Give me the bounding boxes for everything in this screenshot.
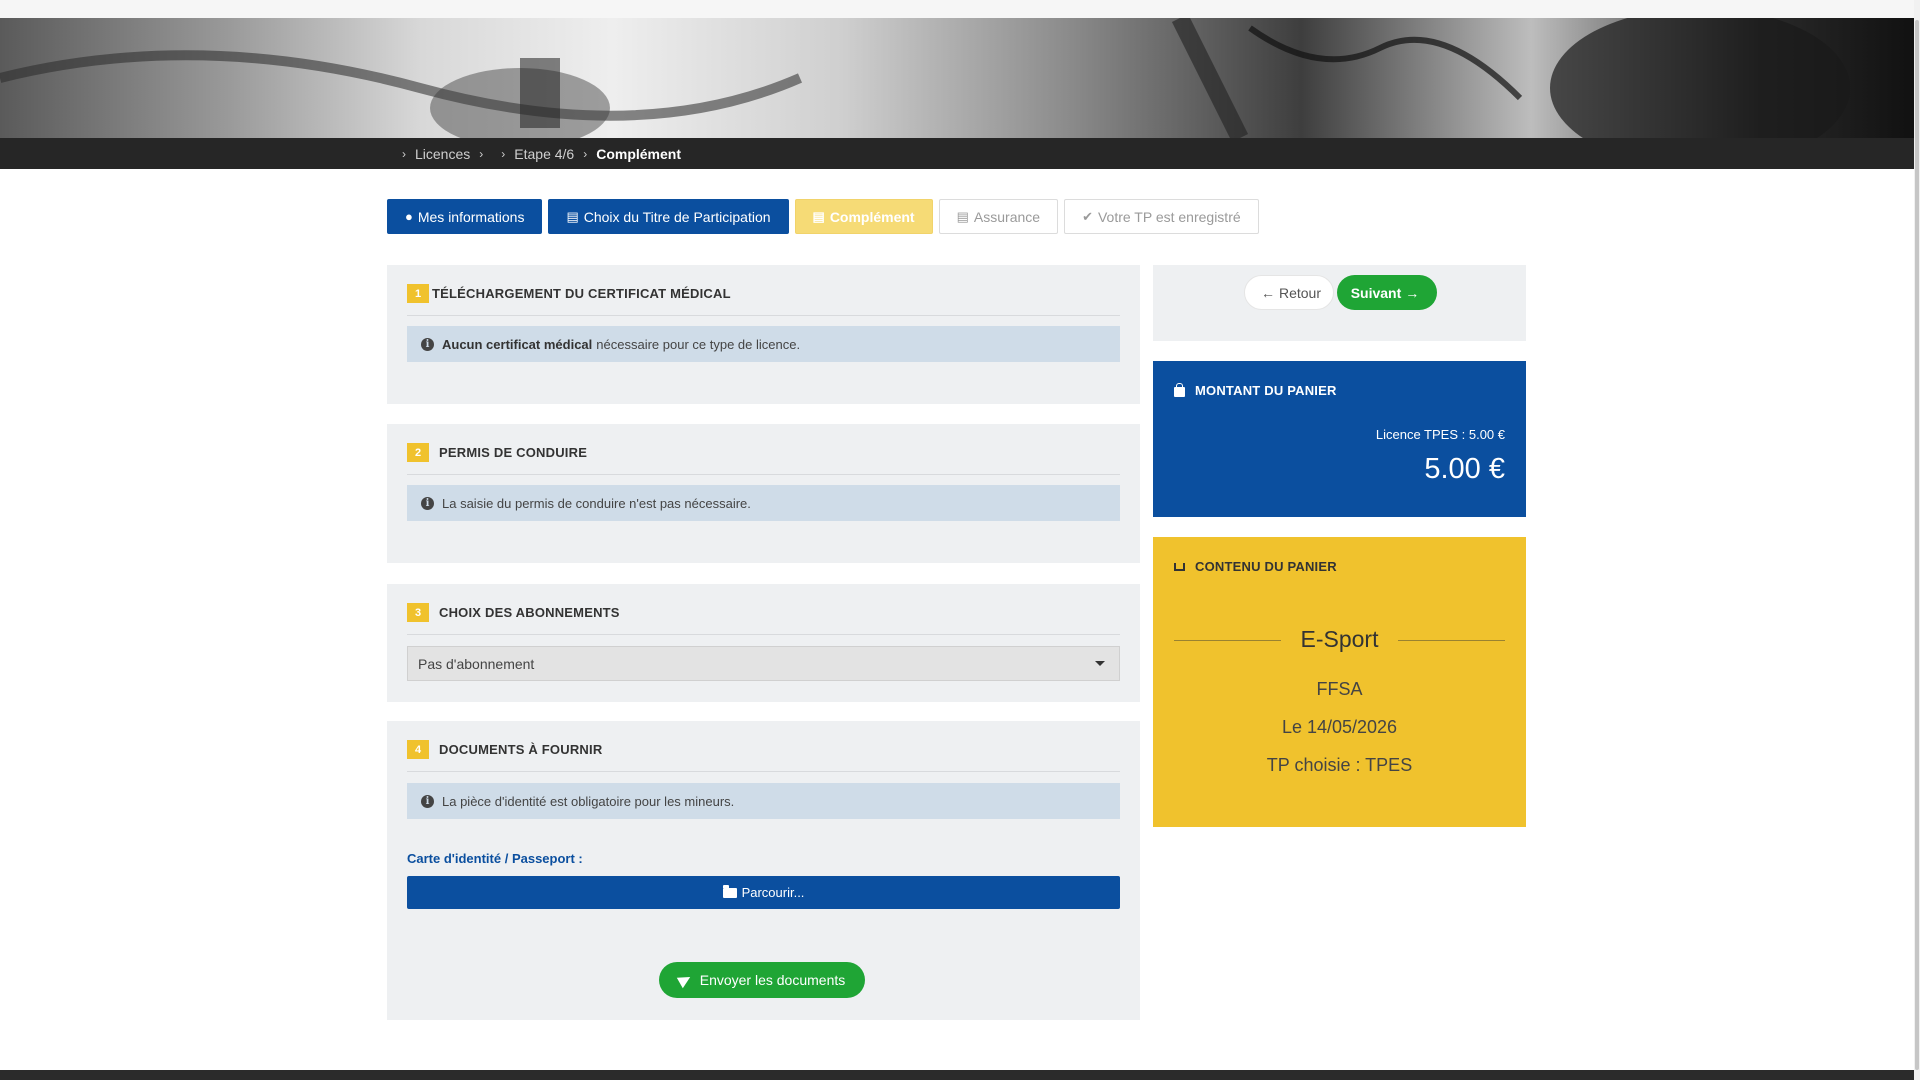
browse-label: Parcourir... <box>741 885 805 900</box>
info-alert: i La pièce d'identité est obligatoire po… <box>407 783 1120 819</box>
section-certificat-medical: 1 TÉLÉCHARGEMENT DU CERTIFICAT MÉDICAL i… <box>387 265 1140 404</box>
cart-item-name: E-Sport <box>1153 626 1526 653</box>
cart-tp: TP choisie : TPES <box>1266 755 1413 775</box>
info-alert: i La saisie du permis de conduire n'est … <box>407 485 1120 521</box>
chevron-right-icon: › <box>479 146 484 161</box>
shopping-bag-icon <box>1174 382 1185 397</box>
section-title: PERMIS DE CONDUIRE <box>439 445 588 460</box>
tab-assurance[interactable]: ▤ Assurance <box>938 199 1059 234</box>
tab-label: Mes informations <box>417 208 525 225</box>
section-title: DOCUMENTS À FOURNIR <box>439 742 603 757</box>
chevron-right-icon: › <box>402 146 406 161</box>
breadcrumb-bar: › Licences › › Etape 4/6 › Complément <box>0 138 1914 169</box>
info-text: La saisie du permis de conduire n'est pa… <box>442 495 751 511</box>
send-label: Envoyer les documents <box>699 972 846 988</box>
amount-line: Licence TPES : 5.00 € <box>1375 427 1505 442</box>
section-title: CHOIX DES ABONNEMENTS <box>439 605 620 620</box>
step-tabs: ● Mes informations ▤ Choix du Titre de P… <box>387 199 1259 234</box>
section-header: 2 PERMIS DE CONDUIRE <box>407 443 1120 475</box>
section-permis-de-conduire: 2 PERMIS DE CONDUIRE i La saisie du perm… <box>387 424 1140 563</box>
amount-title-text: MONTANT DU PANIER <box>1195 383 1337 398</box>
caret-down-icon <box>1095 661 1105 666</box>
tab-mes-informations[interactable]: ● Mes informations <box>387 199 543 234</box>
scrollbar[interactable] <box>1914 0 1920 1080</box>
list-icon: ▤ <box>812 208 825 224</box>
amount-title: MONTANT DU PANIER <box>1174 382 1337 398</box>
info-bold-text: Aucun certificat médical <box>442 336 593 352</box>
tab-tp-enregistre[interactable]: ✔ Votre TP est enregistré <box>1064 199 1259 234</box>
info-alert: i Aucun certificat médical nécessaire po… <box>407 326 1120 362</box>
info-text: nécessaire pour ce type de licence. <box>596 336 801 352</box>
step-number-badge: 1 <box>407 284 429 303</box>
next-label: Suivant <box>1350 284 1402 301</box>
cart-title-text: CONTENU DU PANIER <box>1195 559 1337 574</box>
scrollbar-thumb[interactable] <box>1915 20 1919 1070</box>
cart-amount-box: MONTANT DU PANIER Licence TPES : 5.00 € … <box>1153 361 1526 517</box>
chevron-right-icon: › <box>583 146 588 161</box>
list-icon: ▤ <box>956 208 969 224</box>
cart-title: CONTENU DU PANIER <box>1174 559 1337 574</box>
check-circle-icon: ✔ <box>1082 208 1093 224</box>
hero-banner-image <box>0 18 1914 138</box>
footer-strip <box>0 1070 1914 1080</box>
select-value: Pas d'abonnement <box>418 655 535 672</box>
breadcrumb-current: Complément <box>596 145 681 162</box>
breadcrumb-licences[interactable]: Licences <box>415 146 470 162</box>
tab-label: Votre TP est enregistré <box>1097 208 1241 225</box>
cart-date: Le 14/05/2026 <box>1281 717 1398 737</box>
cart-federation: FFSA <box>1316 679 1363 699</box>
back-button[interactable]: ← Retour <box>1244 275 1334 310</box>
step-number-badge: 2 <box>407 443 429 462</box>
shopping-cart-icon <box>1174 562 1185 571</box>
section-header: 4 DOCUMENTS À FOURNIR <box>407 740 1120 772</box>
step-number-badge: 3 <box>407 603 429 622</box>
tab-label: Choix du Titre de Participation <box>583 208 771 225</box>
user-icon: ● <box>405 209 413 224</box>
tab-label: Complément <box>829 208 915 225</box>
chevron-right-icon: › <box>501 146 506 161</box>
tab-choix-titre[interactable]: ▤ Choix du Titre de Participation <box>548 199 789 234</box>
top-bar <box>0 0 1920 18</box>
breadcrumb: › Licences › › Etape 4/6 › Complément <box>393 138 681 169</box>
paper-plane-icon <box>676 971 693 989</box>
breadcrumb-etape[interactable]: Etape 4/6 <box>514 146 574 162</box>
cart-item-name-text: E-Sport <box>1280 626 1399 652</box>
next-button[interactable]: Suivant → <box>1337 275 1437 310</box>
id-document-label: Carte d'identité / Passeport : <box>407 851 583 866</box>
arrow-right-icon: → <box>1405 284 1420 301</box>
cart-content-box: CONTENU DU PANIER E-Sport FFSA Le 14/05/… <box>1153 537 1526 827</box>
step-number-badge: 4 <box>407 740 429 759</box>
info-text: La pièce d'identité est obligatoire pour… <box>442 793 735 809</box>
amount-total: 5.00 € <box>1424 453 1505 485</box>
tab-complement[interactable]: ▤ Complément <box>794 199 933 234</box>
back-label: Retour <box>1278 284 1322 301</box>
info-icon: i <box>421 794 434 808</box>
info-icon: i <box>421 496 434 510</box>
section-abonnements: 3 CHOIX DES ABONNEMENTS Pas d'abonnement <box>387 584 1140 702</box>
send-documents-button[interactable]: Envoyer les documents <box>659 962 865 998</box>
tab-label: Assurance <box>973 208 1041 225</box>
info-icon: i <box>421 337 434 351</box>
section-header: 1 TÉLÉCHARGEMENT DU CERTIFICAT MÉDICAL <box>407 284 1120 316</box>
id-card-icon: ▤ <box>566 208 579 224</box>
arrow-left-icon: ← <box>1260 284 1275 301</box>
browse-button[interactable]: Parcourir... <box>407 876 1120 909</box>
folder-open-icon <box>722 884 737 898</box>
abonnement-select[interactable]: Pas d'abonnement <box>407 646 1120 681</box>
navigation-box: ← Retour Suivant → <box>1153 265 1526 341</box>
section-header: 3 CHOIX DES ABONNEMENTS <box>407 603 1120 635</box>
section-documents: 4 DOCUMENTS À FOURNIR i La pièce d'ident… <box>387 721 1140 1020</box>
section-title: TÉLÉCHARGEMENT DU CERTIFICAT MÉDICAL <box>432 286 731 301</box>
